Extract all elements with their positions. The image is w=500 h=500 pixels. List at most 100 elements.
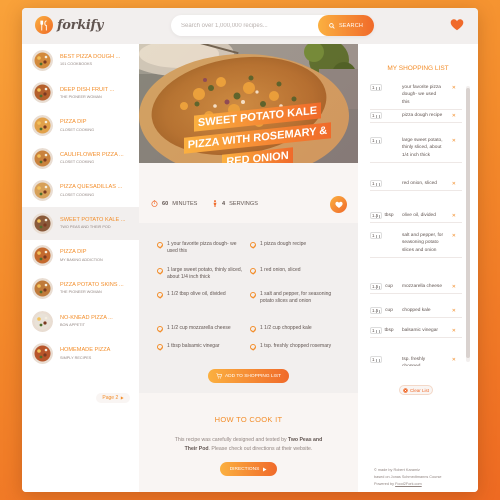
likes-heart-icon[interactable]	[450, 18, 464, 32]
pagination-next-button[interactable]: Page 2	[96, 393, 130, 403]
result-text: PIZZA QUESADILLAS ... CLOSET COOKING	[60, 184, 122, 197]
quantity-stepper[interactable]: 1.5	[370, 283, 382, 290]
how-to-cook-section: HOW TO COOK IT This recipe was carefully…	[139, 400, 358, 454]
quantity-stepper[interactable]: 1	[370, 180, 382, 187]
result-item[interactable]: PIZZA DIP MY BAKING ADDICTION	[22, 240, 139, 273]
recipe-servings-label: SERVINGS	[229, 200, 258, 207]
ingredient-text: 1 large sweet potato, thinly sliced, abo…	[167, 267, 243, 281]
ingredient-item: 1 pizza dough recipe	[250, 241, 338, 248]
result-text: PIZZA POTATO SKINS ... THE PIONEER WOMAN	[60, 282, 124, 295]
ingredient-text: 1 1/2 cup chopped kale	[260, 325, 312, 331]
quantity-value: 1.5	[372, 213, 379, 218]
result-item[interactable]: SWEET POTATO KALE ... TWO PEAS AND THEIR …	[22, 206, 139, 240]
shopping-item: 1 your favorite pizza dough- we used this…	[370, 84, 462, 111]
result-title: PIZZA DIP	[60, 249, 87, 256]
recipe-panel: SWEET POTATO KALE PIZZA WITH ROSEMARY & …	[139, 44, 358, 492]
delete-item-button[interactable]: ✕	[452, 213, 456, 219]
result-item[interactable]: NO-KNEAD PIZZA ... BON APPETIT	[22, 305, 139, 338]
result-item[interactable]: DEEP DISH FRUIT ... THE PIONEER WOMAN	[22, 77, 139, 110]
result-publisher: MY BAKING ADDICTION	[60, 257, 103, 262]
result-publisher: 101 COOKBOOKS	[60, 62, 93, 67]
ingredient-text: 1 your favorite pizza dough- we used thi…	[167, 241, 237, 255]
directions-button[interactable]: DIRECTIONS	[220, 462, 277, 476]
add-to-shopping-list-button[interactable]: ADD TO SHOPPING LIST	[208, 369, 289, 383]
quantity-stepper[interactable]: 1	[370, 137, 382, 144]
pagination-label: Page 2	[102, 395, 119, 401]
shopping-item-name: balsamic vinegar	[402, 328, 438, 333]
quantity-stepper[interactable]: 1	[370, 327, 382, 334]
triangle-right-icon	[263, 467, 267, 471]
delete-item-button[interactable]: ✕	[452, 308, 456, 314]
scrollbar-thumb[interactable]	[466, 88, 470, 358]
quantity-value: 1	[372, 85, 375, 90]
delete-item-button[interactable]: ✕	[452, 233, 456, 239]
recipe-image: SWEET POTATO KALE PIZZA WITH ROSEMARY & …	[139, 44, 358, 163]
delete-item-button[interactable]: ✕	[452, 85, 456, 91]
ingredient-item: 1 your favorite pizza dough- we used thi…	[157, 241, 245, 256]
copyright-line: Powered by Food2Fork.com	[374, 481, 474, 488]
result-item[interactable]: PIZZA DIP CLOSET COOKING	[22, 109, 139, 142]
delete-item-button[interactable]: ✕	[452, 328, 456, 334]
clear-list-label: Clear List	[409, 387, 429, 393]
result-item[interactable]: HOMEMADE PIZZA SIMPLY RECIPES	[22, 337, 139, 370]
result-item[interactable]: CAULIFLOWER PIZZA ... CLOSET COOKING	[22, 142, 139, 175]
ingredient-text: 1 tbsp balsamic vinegar	[167, 343, 220, 349]
quantity-value: 1	[372, 138, 375, 143]
shopping-item: 1 red onion, sliced ✕	[370, 180, 462, 192]
shopping-item-name: large sweet potato, thinly sliced, about…	[402, 138, 443, 158]
add-to-shopping-list-label: ADD TO SHOPPING LIST	[224, 373, 282, 379]
recipe-servings-count: 4	[222, 200, 226, 207]
fork-knife-icon	[35, 16, 53, 34]
delete-item-button[interactable]: ✕	[452, 113, 456, 119]
delete-item-button[interactable]: ✕	[452, 284, 456, 290]
quantity-value: 1	[372, 113, 375, 118]
shopping-item-name: olive oil, divided	[402, 213, 436, 218]
shopping-list[interactable]: 1 your favorite pizza dough- we used this…	[370, 84, 462, 366]
shopping-item: 1 pizza dough recipe ✕	[370, 112, 462, 124]
ingredient-text: 1 1/2 cup mozzarella cheese	[167, 325, 231, 331]
delete-item-button[interactable]: ✕	[452, 181, 456, 187]
search-input[interactable]	[181, 22, 306, 29]
like-recipe-button[interactable]	[330, 196, 347, 213]
ingredient-item: 1 1/2 cup chopped kale	[250, 325, 338, 332]
recipe-minutes: 60	[162, 200, 169, 207]
delete-item-button[interactable]: ✕	[452, 138, 456, 144]
quantity-stepper[interactable]: 1	[370, 84, 382, 91]
result-text: PIZZA DIP MY BAKING ADDICTION	[60, 249, 103, 262]
shopping-item: 1 tsp. freshly chopped ✕	[370, 356, 462, 366]
quantity-stepper[interactable]: 1	[370, 356, 382, 363]
quantity-stepper[interactable]: 1	[370, 112, 382, 119]
directions-label: DIRECTIONS	[229, 466, 260, 472]
recipe-servings: 4 SERVINGS	[212, 200, 258, 207]
result-item[interactable]: PIZZA QUESADILLAS ... CLOSET COOKING	[22, 174, 139, 207]
result-text: DEEP DISH FRUIT ... THE PIONEER WOMAN	[60, 87, 114, 100]
clear-list-button[interactable]: Clear List	[399, 385, 433, 395]
ingredient-text: 1 pizza dough recipe	[260, 241, 307, 247]
result-title: DEEP DISH FRUIT ...	[60, 86, 115, 93]
man-icon	[213, 200, 217, 207]
quantity-value: 1	[372, 181, 375, 186]
cart-icon	[216, 373, 222, 379]
quantity-stepper[interactable]: 1.5	[370, 307, 382, 314]
delete-item-button[interactable]: ✕	[452, 357, 456, 363]
shopping-item: 1 tbsp balsamic vinegar ✕	[370, 327, 462, 339]
result-item[interactable]: PIZZA POTATO SKINS ... THE PIONEER WOMAN	[22, 272, 139, 305]
check-icon	[157, 268, 163, 274]
result-item[interactable]: BEST PIZZA DOUGH ... 101 COOKBOOKS	[22, 44, 139, 77]
result-title: SWEET POTATO KALE ...	[60, 216, 126, 223]
quantity-stepper[interactable]: 1	[370, 232, 382, 239]
shopping-item-name: red onion, sliced	[402, 181, 437, 186]
search-button[interactable]: SEARCH	[318, 15, 374, 36]
logo[interactable]: forkify	[35, 16, 103, 34]
result-thumbnail	[32, 343, 53, 365]
shopping-list-scrollbar[interactable]	[466, 86, 470, 362]
result-publisher: CLOSET COOKING	[60, 160, 95, 165]
ingredient-text: 1 tsp. freshly chopped rosemary	[260, 343, 332, 349]
check-icon	[250, 344, 256, 350]
search-form: SEARCH	[171, 15, 374, 36]
food2fork-link[interactable]: Food2Fork.com	[395, 482, 422, 486]
result-text: NO-KNEAD PIZZA ... BON APPETIT	[60, 315, 113, 328]
quantity-value: 1	[372, 357, 375, 362]
quantity-stepper[interactable]: 1.5	[370, 212, 382, 219]
result-text: PIZZA DIP CLOSET COOKING	[60, 119, 94, 132]
